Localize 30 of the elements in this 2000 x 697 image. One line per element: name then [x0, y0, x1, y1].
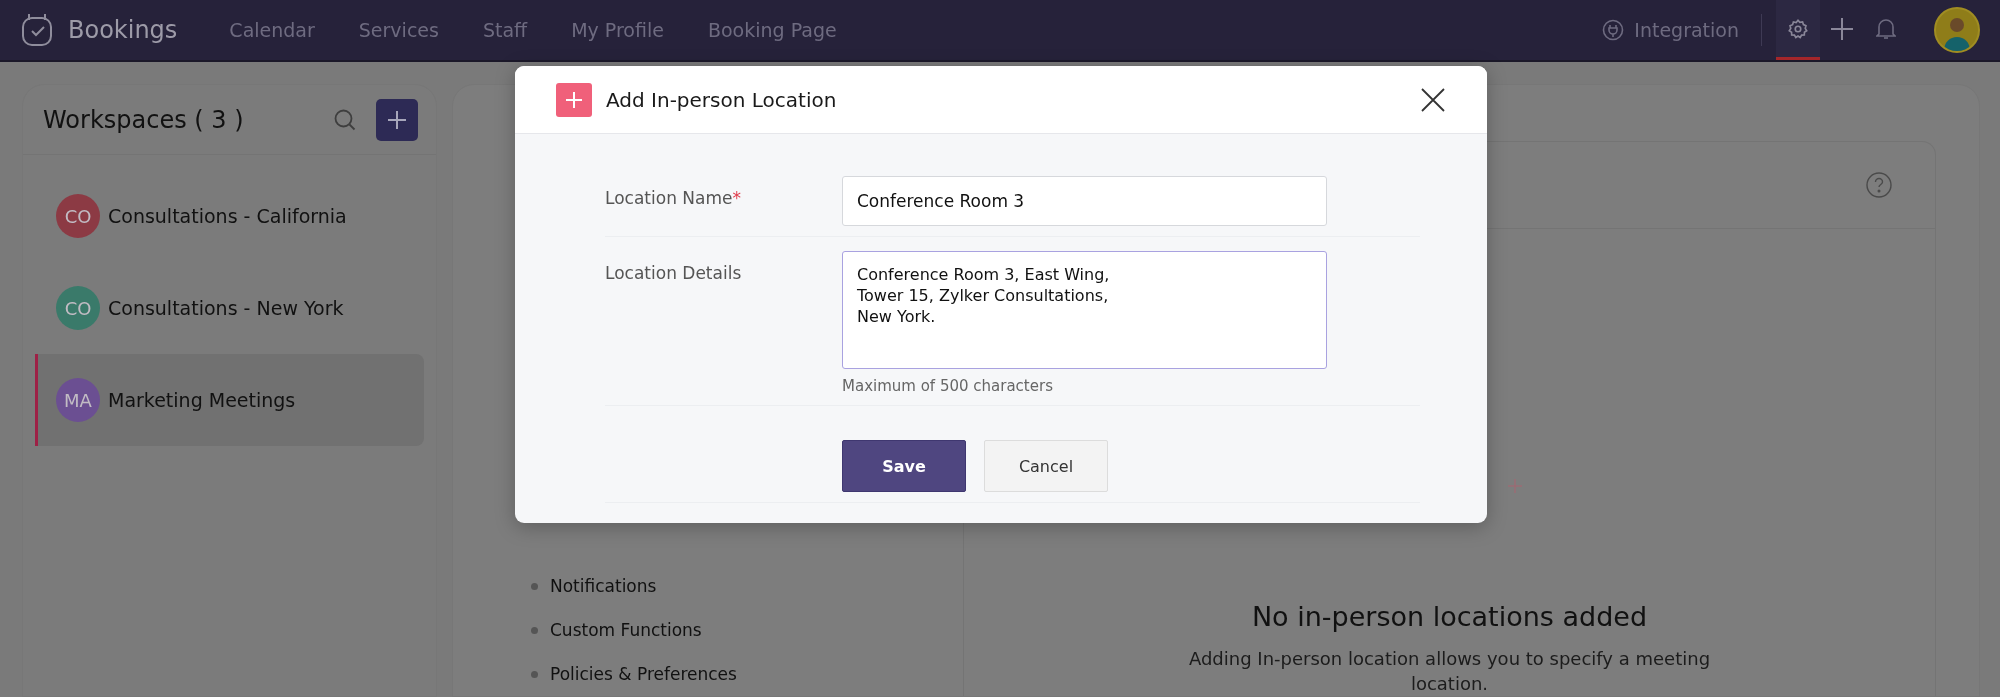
- save-button[interactable]: Save: [842, 440, 966, 492]
- integration-link[interactable]: Integration: [1602, 19, 1739, 41]
- nav-link[interactable]: Services: [358, 19, 439, 41]
- nav-link[interactable]: Calendar: [229, 19, 315, 41]
- workspace-avatar: CO: [56, 286, 100, 330]
- field-label: Location Details: [605, 262, 743, 285]
- brand-name: Bookings: [68, 16, 178, 44]
- settings-menu-item[interactable]: Custom Functions: [531, 608, 963, 652]
- panel-title: Workspaces ( 3 ): [43, 105, 245, 134]
- nav-link[interactable]: My Profile: [571, 19, 664, 41]
- field-label: Location Name*: [605, 187, 742, 210]
- settings-menu-item[interactable]: Policies & Preferences: [531, 652, 963, 696]
- cancel-button[interactable]: Cancel: [984, 440, 1108, 492]
- workspace-item[interactable]: CO Consultations - California: [35, 170, 424, 262]
- empty-state-title: No in-person locations added: [1251, 601, 1648, 632]
- workspace-name: Consultations - New York: [108, 297, 344, 319]
- workspace-item[interactable]: CO Consultations - New York: [35, 262, 424, 354]
- nav-link[interactable]: Booking Page: [707, 19, 837, 41]
- workspace-item[interactable]: MA Marketing Meetings: [35, 354, 424, 446]
- field-hint: Maximum of 500 characters: [842, 377, 1054, 395]
- workspace-name: Consultations - California: [108, 205, 347, 227]
- dialog-title: Add In-person Location: [606, 87, 838, 112]
- settings-menu-item[interactable]: Notifications: [531, 564, 963, 608]
- location-name-field[interactable]: Conference Room 3: [842, 176, 1327, 226]
- location-details-field[interactable]: Conference Room 3, East Wing, Tower 15, Zylker Consultations, New York.: [842, 251, 1327, 369]
- workspace-avatar: CO: [56, 194, 100, 238]
- workspace-avatar: MA: [56, 378, 100, 422]
- empty-state-description: Adding In-person location allows you to specify a meeting location.: [1187, 647, 1712, 696]
- workspace-name: Marketing Meetings: [108, 389, 296, 411]
- nav-link[interactable]: Staff: [482, 19, 528, 41]
